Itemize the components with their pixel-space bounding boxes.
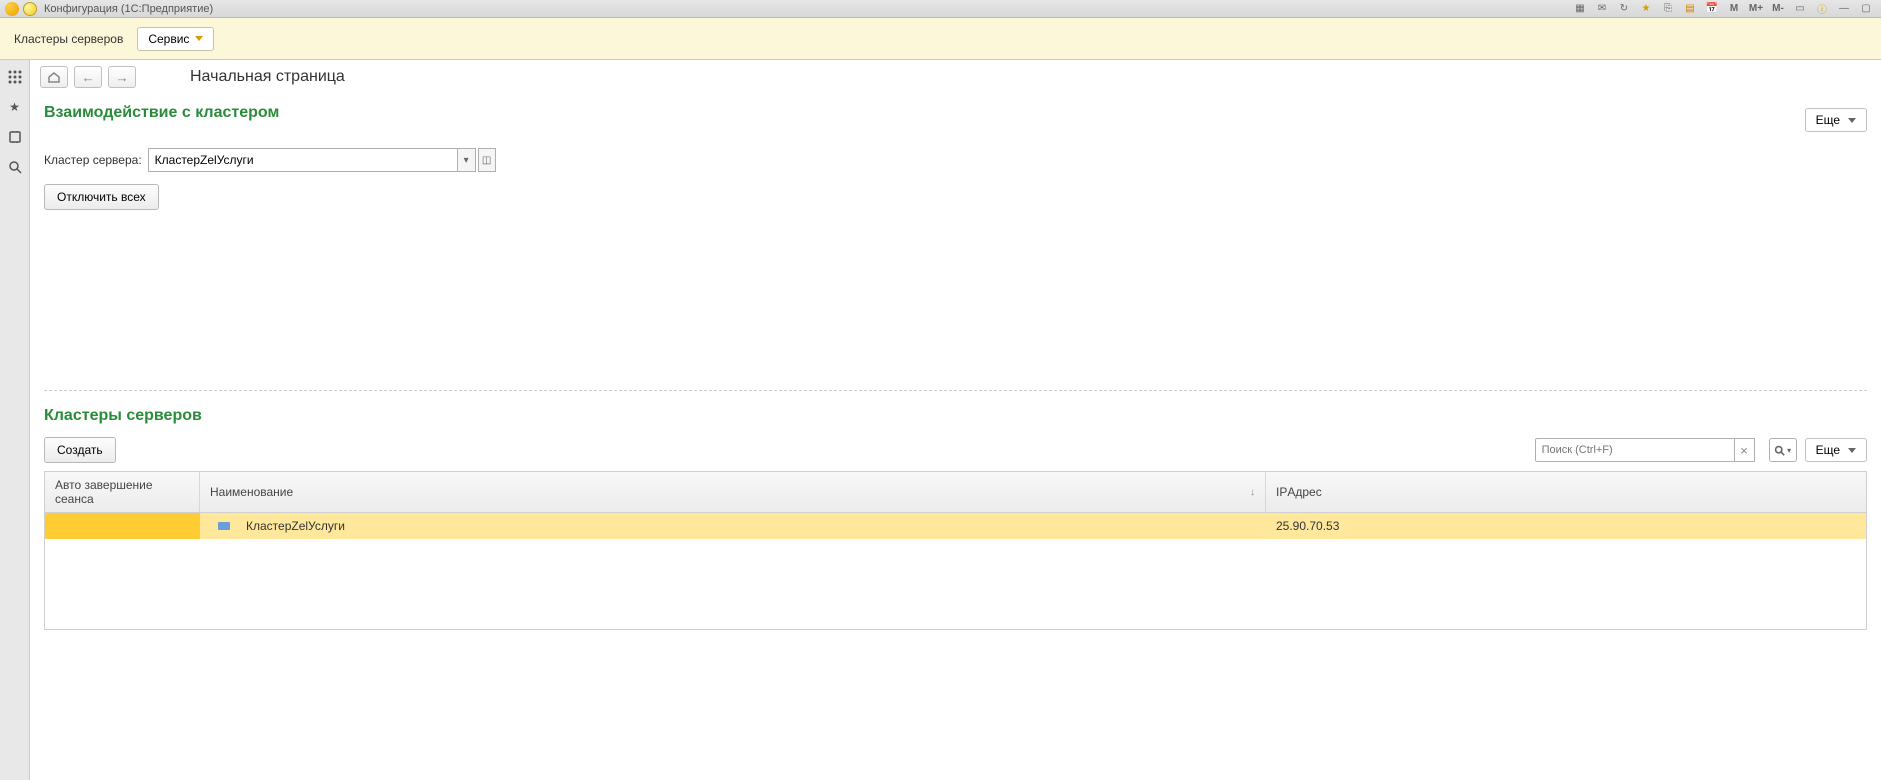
content-area: ← → Начальная страница Взаимодействие с …	[30, 60, 1881, 780]
left-sidebar: ★	[0, 60, 30, 780]
clusters-toolbar: Создать × ▾ Еще	[44, 437, 1867, 463]
titlebar-right-icons: ▦ ✉ ↻ ★ ⎘ ▤ 📅 M M+ M- ▭ ⓘ — ▢	[1571, 1, 1877, 17]
page-title: Начальная страница	[190, 68, 345, 86]
clusters-table: Авто завершение сеанса Наименование ↓ IP…	[44, 471, 1867, 630]
spacer	[30, 210, 1881, 390]
cell-name: КластерZelУслуги	[200, 513, 1266, 539]
cluster-input[interactable]	[148, 148, 458, 172]
window-title: Конфигурация (1С:Предприятие)	[44, 3, 1571, 15]
windows-icon[interactable]: ▭	[1791, 1, 1809, 17]
interaction-form: Кластер сервера: ▾ ◫ Отключить всех	[30, 142, 1881, 210]
clusters-section: Кластеры серверов Создать × ▾ Еще	[30, 391, 1881, 630]
info-icon[interactable]: ⓘ	[1813, 1, 1831, 17]
interaction-more-bar: Еще	[30, 108, 1881, 132]
table-body: КластерZelУслуги 25.90.70.53	[45, 513, 1866, 629]
main-toolbar: Кластеры серверов Сервис	[0, 18, 1881, 60]
interaction-more-button[interactable]: Еще	[1805, 108, 1867, 132]
table-empty-area	[45, 539, 1866, 629]
memory-m-button[interactable]: M	[1725, 1, 1743, 17]
cluster-row: Кластер сервера: ▾ ◫	[44, 148, 1867, 172]
calendar-icon[interactable]: 📅	[1703, 1, 1721, 17]
disconnect-all-button[interactable]: Отключить всех	[44, 184, 159, 210]
sort-indicator-icon: ↓	[1250, 487, 1255, 498]
cluster-dropdown-button[interactable]: ▾	[458, 148, 476, 172]
service-label: Сервис	[148, 32, 189, 46]
memory-mplus-button[interactable]: M+	[1747, 1, 1765, 17]
tool-icon-3[interactable]: ↻	[1615, 1, 1633, 17]
table-header: Авто завершение сеанса Наименование ↓ IP…	[45, 472, 1866, 513]
app-icon	[4, 1, 20, 17]
forward-button[interactable]: →	[108, 66, 136, 88]
column-auto-end[interactable]: Авто завершение сеанса	[45, 472, 200, 512]
table-row[interactable]: КластерZelУслуги 25.90.70.53	[45, 513, 1866, 539]
cluster-label: Кластер сервера:	[44, 153, 142, 167]
tool-icon-4[interactable]: ⎘	[1659, 1, 1677, 17]
page-header: ← → Начальная страница	[30, 60, 1881, 92]
clusters-more-button[interactable]: Еще	[1805, 438, 1867, 462]
create-button[interactable]: Создать	[44, 437, 116, 463]
restore-icon[interactable]: ▢	[1857, 1, 1875, 17]
back-button[interactable]: ←	[74, 66, 102, 88]
chevron-down-icon	[1848, 118, 1856, 123]
chevron-down-icon	[1848, 448, 1856, 453]
favorite-icon[interactable]: ★	[1637, 1, 1655, 17]
column-name[interactable]: Наименование ↓	[200, 472, 1266, 512]
minimize-icon[interactable]: —	[1835, 1, 1853, 17]
memory-mminus-button[interactable]: M-	[1769, 1, 1787, 17]
star-icon[interactable]: ★	[6, 98, 24, 116]
window-titlebar: Конфигурация (1С:Предприятие) ▦ ✉ ↻ ★ ⎘ …	[0, 0, 1881, 18]
cell-ip: 25.90.70.53	[1266, 513, 1866, 539]
clusters-title: Кластеры серверов	[44, 407, 1867, 425]
search-wrap: ×	[1535, 438, 1755, 462]
calculator-icon[interactable]: ▤	[1681, 1, 1699, 17]
service-dropdown-button[interactable]: Сервис	[137, 27, 214, 51]
home-button[interactable]	[40, 66, 68, 88]
cluster-open-button[interactable]: ◫	[478, 148, 496, 172]
chevron-down-icon	[195, 36, 203, 41]
search-icon[interactable]	[6, 158, 24, 176]
cell-auto	[45, 513, 200, 539]
tool-icon-1[interactable]: ▦	[1571, 1, 1589, 17]
search-input[interactable]	[1535, 438, 1735, 462]
history-icon[interactable]	[6, 128, 24, 146]
dropdown-icon[interactable]	[22, 1, 38, 17]
toolbar-clusters-label[interactable]: Кластеры серверов	[14, 32, 123, 46]
main-area: ★ ← → Начальная страница Взаимодействие …	[0, 60, 1881, 780]
column-ip[interactable]: IPАдрес	[1266, 472, 1866, 512]
search-clear-button[interactable]: ×	[1735, 438, 1755, 462]
cluster-combo: ▾ ◫	[148, 148, 496, 172]
apps-icon[interactable]	[6, 68, 24, 86]
row-item-icon	[218, 522, 230, 530]
search-dropdown-button[interactable]: ▾	[1769, 438, 1797, 462]
tool-icon-2[interactable]: ✉	[1593, 1, 1611, 17]
